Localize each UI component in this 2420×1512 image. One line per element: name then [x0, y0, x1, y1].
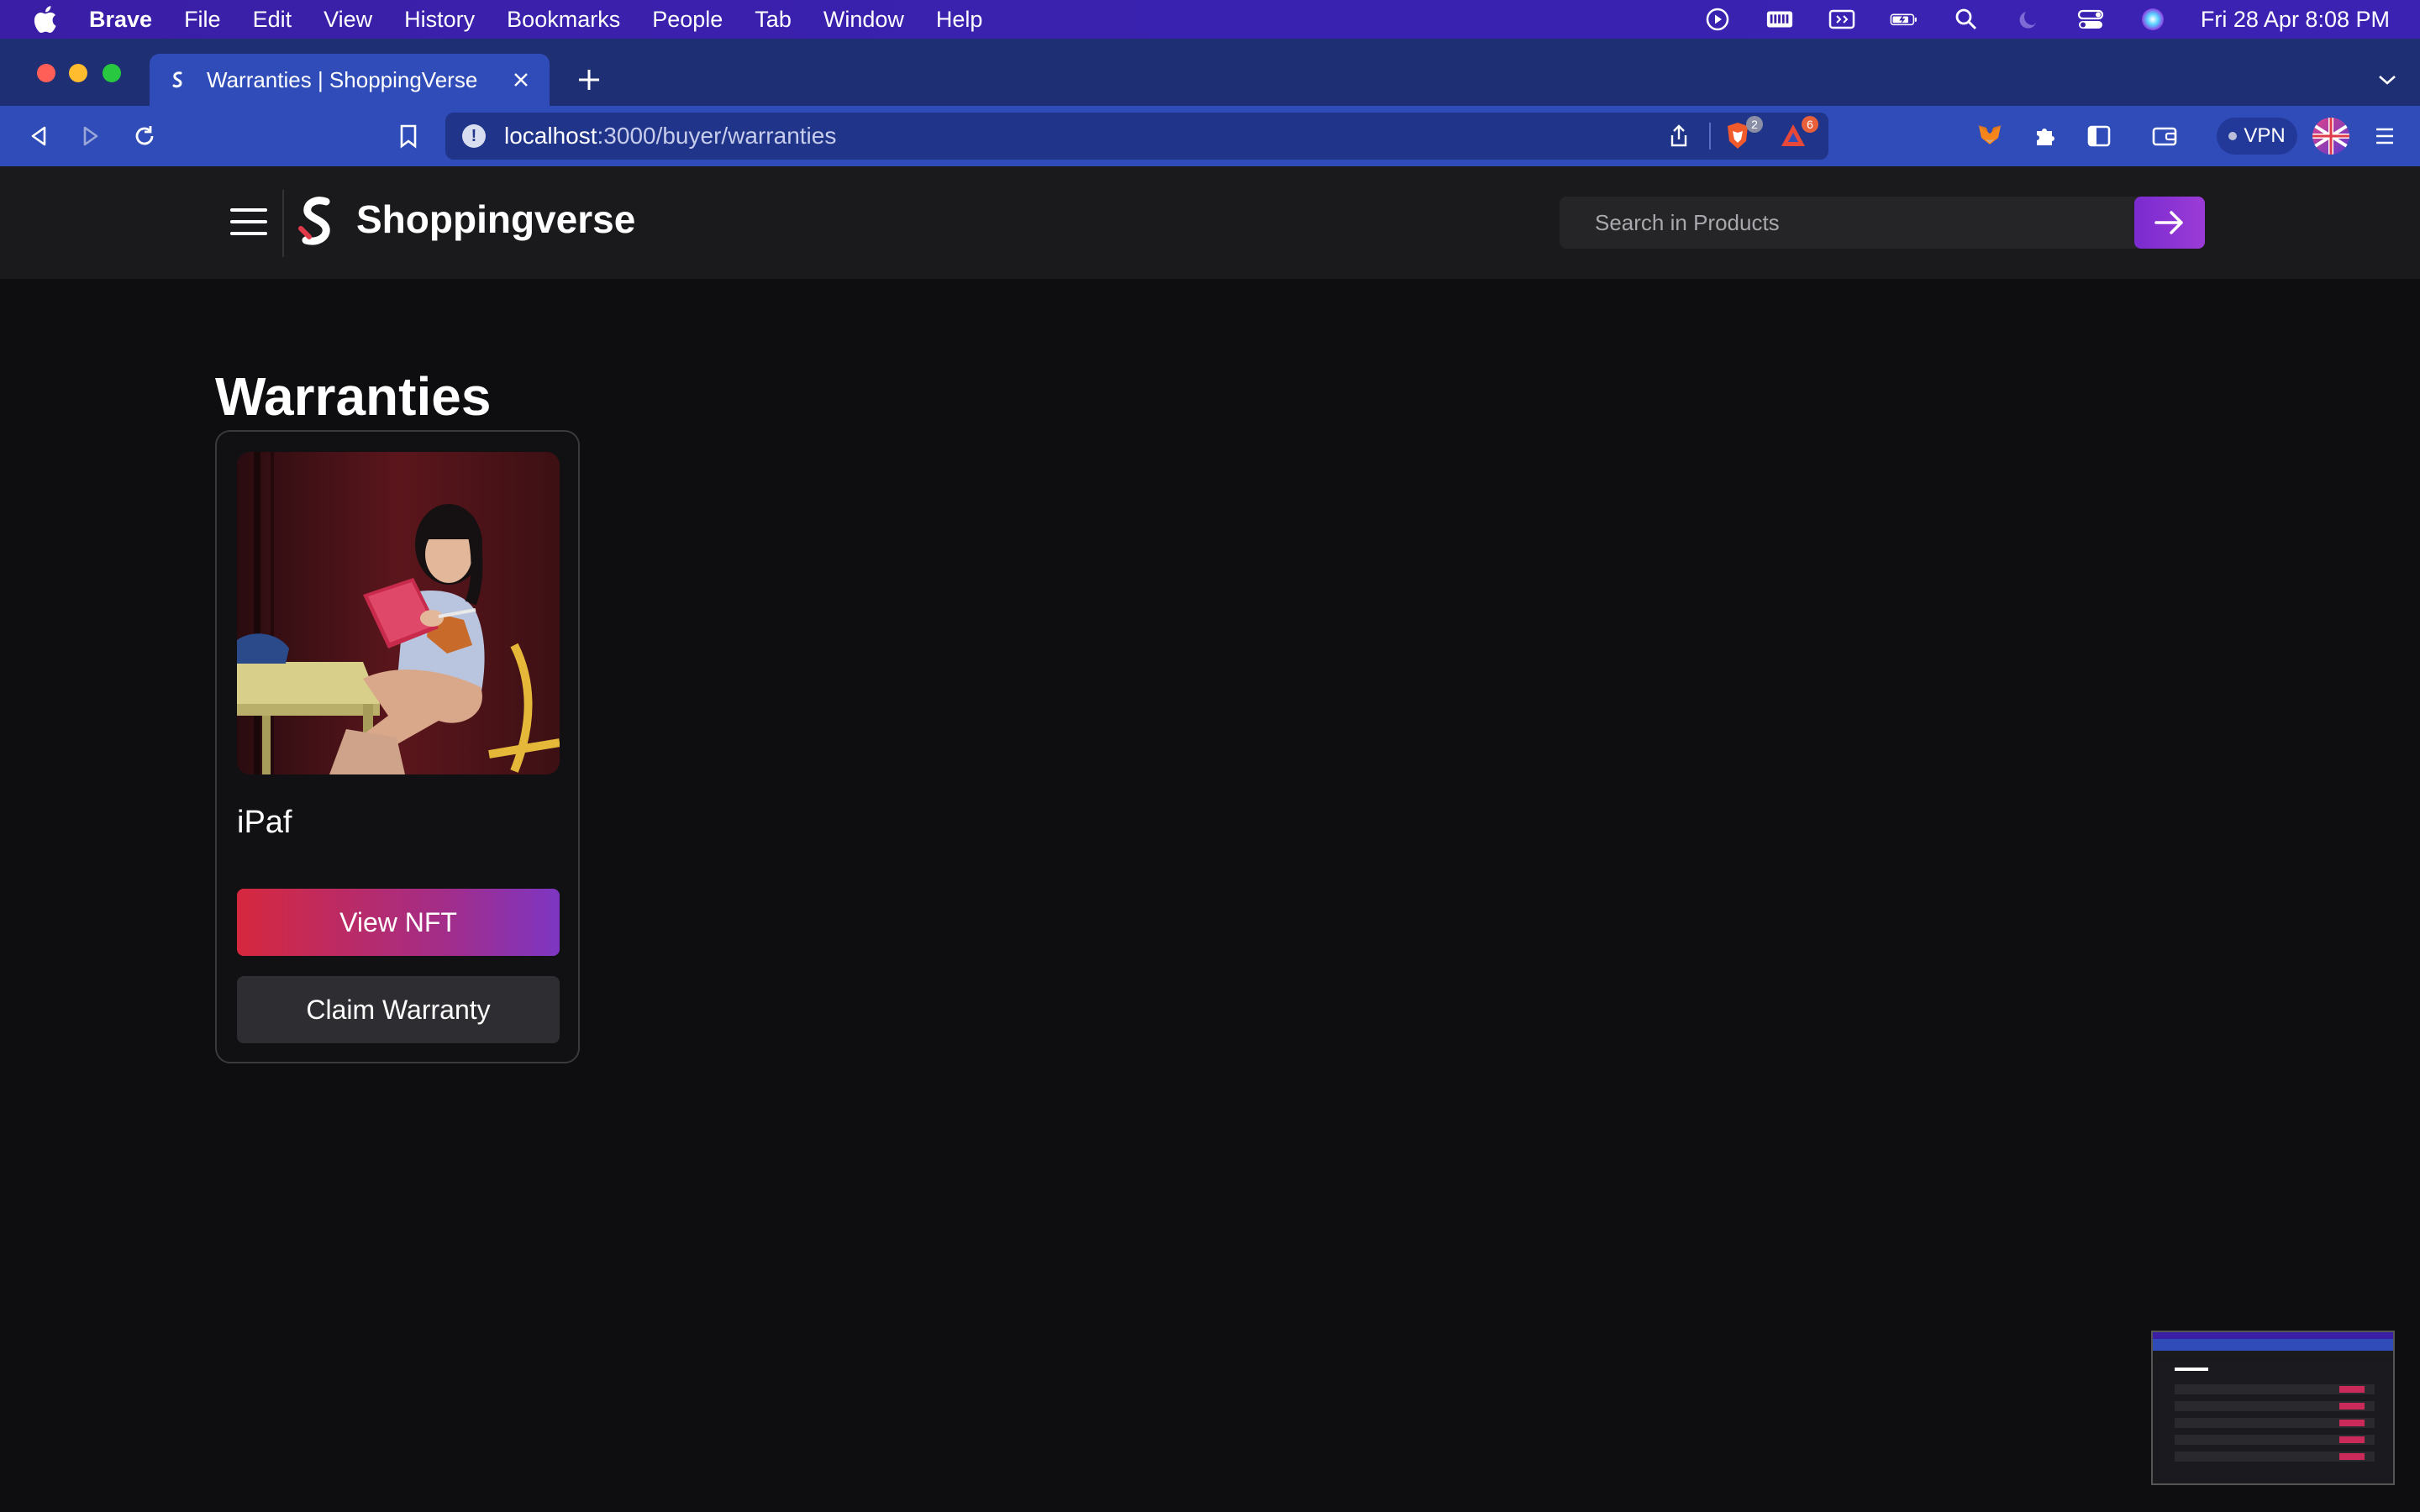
extensions-puzzle-icon[interactable]: [2030, 121, 2060, 151]
vpn-button[interactable]: VPN: [2217, 118, 2297, 155]
menu-people[interactable]: People: [652, 7, 723, 33]
search-input[interactable]: [1593, 208, 2131, 237]
warranty-card: iPaf View NFT Claim Warranty: [215, 430, 580, 1063]
product-image: [237, 452, 560, 774]
menu-window[interactable]: Window: [823, 7, 904, 33]
claim-warranty-button[interactable]: Claim Warranty: [237, 976, 560, 1043]
sidebar-toggle-icon[interactable]: [2084, 121, 2114, 151]
menu-view[interactable]: View: [324, 7, 372, 33]
screenshot-thumbnail-preview[interactable]: [2151, 1331, 2395, 1485]
vpn-label: VPN: [2244, 124, 2286, 147]
tab-title: Warranties | ShoppingVerse: [207, 66, 478, 92]
browser-toolbar: ! localhost:3000/buyer/warranties 2 6 VP…: [0, 106, 2420, 166]
apple-icon[interactable]: [30, 5, 59, 34]
battery-icon[interactable]: [1890, 5, 1918, 34]
chevron-down-icon[interactable]: [2375, 67, 2400, 92]
browser-tab-warranties[interactable]: Warranties | ShoppingVerse: [150, 54, 550, 106]
window-minimize-button[interactable]: [69, 64, 87, 82]
menu-bar-clock[interactable]: Fri 28 Apr 8:08 PM: [2201, 7, 2390, 33]
search-submit-button[interactable]: [2134, 197, 2205, 249]
focus-moon-icon[interactable]: [2014, 5, 2043, 34]
profile-avatar[interactable]: [2312, 118, 2349, 155]
url-text[interactable]: localhost:3000/buyer/warranties: [504, 123, 836, 150]
spotlight-search-icon[interactable]: [1952, 5, 1981, 34]
metamask-fox-icon[interactable]: [1975, 121, 2005, 151]
header-divider: [282, 190, 284, 257]
shields-count-badge: 2: [1746, 116, 1763, 133]
play-circle-icon[interactable]: [1703, 5, 1732, 34]
back-arrow-icon[interactable]: [24, 121, 54, 151]
forward-arrow-icon[interactable]: [76, 121, 106, 151]
siri-icon[interactable]: [2139, 5, 2167, 34]
browser-menu-hamburger-icon[interactable]: [2370, 121, 2400, 151]
screen-share-icon[interactable]: [1828, 5, 1856, 34]
address-bar[interactable]: ! localhost:3000/buyer/warranties 2 6: [445, 113, 1828, 160]
product-name: iPaf: [237, 805, 292, 840]
share-icon[interactable]: [1665, 123, 1692, 150]
window-close-button[interactable]: [37, 64, 55, 82]
site-header: Shoppingverse: [0, 166, 2420, 279]
view-nft-button[interactable]: View NFT: [237, 889, 560, 956]
address-bar-separator: [1709, 123, 1711, 150]
product-search: [1560, 197, 2205, 249]
rewards-count-badge: 6: [1802, 116, 1818, 133]
shoppingverse-logo-icon[interactable]: [296, 195, 339, 249]
page-title: Warranties: [215, 365, 492, 427]
menu-file[interactable]: File: [184, 7, 221, 33]
bookmark-icon[interactable]: [393, 121, 424, 151]
macos-menu-bar: Brave File Edit View History Bookmarks P…: [0, 0, 2420, 39]
menu-tab[interactable]: Tab: [755, 7, 792, 33]
arrow-right-icon: [2154, 211, 2183, 234]
browser-tab-strip: Warranties | ShoppingVerse: [0, 39, 2420, 106]
new-tab-plus-icon[interactable]: [573, 64, 605, 96]
site-brand-name[interactable]: Shoppingverse: [356, 197, 635, 242]
window-zoom-button[interactable]: [103, 64, 121, 82]
brave-shields-icon[interactable]: 2: [1721, 116, 1763, 153]
site-info-icon[interactable]: !: [462, 124, 486, 148]
hamburger-menu-icon[interactable]: [230, 208, 267, 239]
shoppingverse-favicon-icon: [166, 69, 188, 91]
keyboard-icon[interactable]: [1765, 5, 1794, 34]
menu-history[interactable]: History: [404, 7, 475, 33]
control-center-icon[interactable]: [2076, 5, 2105, 34]
reload-icon[interactable]: [129, 121, 160, 151]
menu-help[interactable]: Help: [936, 7, 983, 33]
menu-edit[interactable]: Edit: [253, 7, 292, 33]
brave-rewards-icon[interactable]: 6: [1776, 116, 1818, 153]
close-tab-icon[interactable]: [509, 68, 533, 92]
menu-app-brave[interactable]: Brave: [89, 7, 152, 33]
vpn-status-dot-icon: [2228, 132, 2238, 140]
wallet-icon[interactable]: [2149, 121, 2180, 151]
menu-bookmarks[interactable]: Bookmarks: [507, 7, 620, 33]
